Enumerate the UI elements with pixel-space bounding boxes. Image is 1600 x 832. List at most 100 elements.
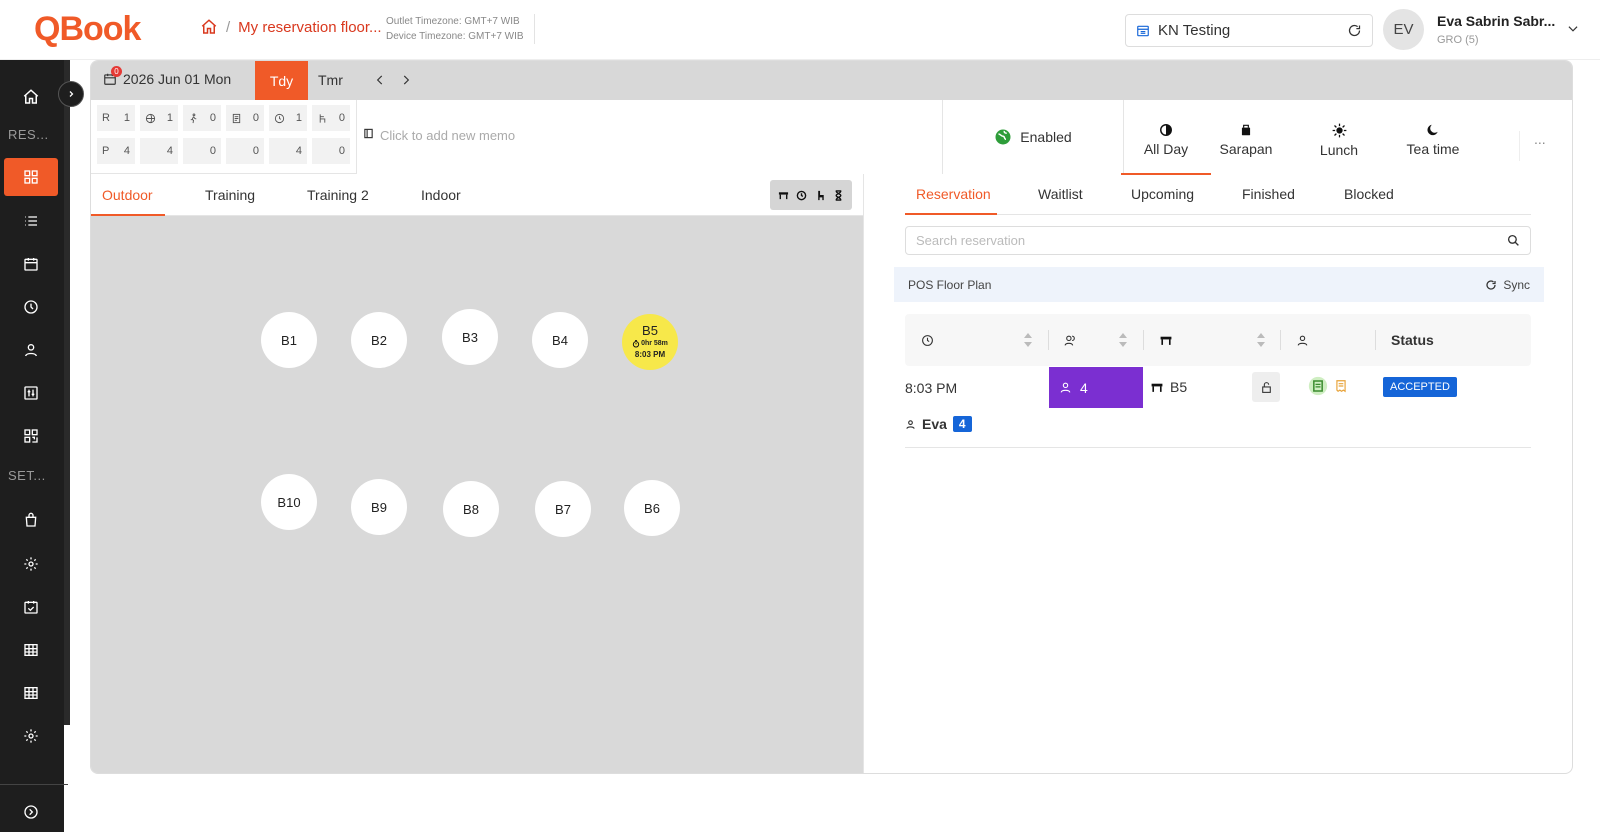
sidebar-item-guests[interactable]	[4, 331, 58, 369]
table-b2[interactable]: B2	[351, 312, 407, 368]
table-timer-value: 0hr 58m	[641, 340, 668, 347]
hourglass-icon[interactable]	[833, 189, 844, 201]
sidebar-item-schedule[interactable]	[4, 588, 58, 626]
table-b8[interactable]: B8	[443, 481, 499, 537]
table-icon	[23, 685, 39, 701]
sidebar-item-table-2[interactable]	[4, 674, 58, 712]
sidebar-item-settings-2[interactable]	[4, 717, 58, 755]
sync-button[interactable]: Sync	[1485, 278, 1530, 292]
table-row[interactable]: 8:03 PM 4 B5 ACCEPTED Eva 4	[905, 366, 1531, 448]
chevron-right-circle-icon	[23, 804, 39, 820]
sidebar-item-home[interactable]	[4, 78, 58, 116]
stat-p-list: 0	[226, 138, 264, 164]
store-icon	[1136, 24, 1150, 38]
chevron-right-icon[interactable]	[399, 73, 413, 87]
receipt-icon[interactable]	[1334, 379, 1348, 393]
sidebar-item-floor-plan[interactable]	[4, 158, 58, 196]
stat-value: 4	[295, 145, 302, 157]
lock-button[interactable]	[1252, 372, 1280, 402]
guest-info[interactable]: Eva 4	[905, 416, 972, 432]
today-button[interactable]: Tdy	[255, 61, 308, 100]
sidebar-section-settings: SET...	[8, 468, 46, 483]
sidebar-item-settings[interactable]	[4, 545, 58, 583]
sidebar-scrollbar[interactable]	[64, 60, 70, 725]
table-b6[interactable]: B6	[624, 480, 680, 536]
user-name[interactable]: Eva Sabrin Sabr...	[1437, 13, 1555, 29]
stat-value: 0	[209, 145, 216, 157]
avatar[interactable]: EV	[1383, 9, 1424, 50]
sidebar: RES... SET...	[0, 60, 64, 832]
sidebar-item-list[interactable]	[4, 202, 58, 240]
table-b3[interactable]: B3	[442, 309, 498, 365]
unlock-icon	[1261, 381, 1271, 393]
chevron-down-icon[interactable]	[1566, 22, 1580, 36]
user-icon	[23, 342, 39, 358]
sync-label: Sync	[1503, 277, 1530, 292]
tab-waitlist[interactable]: Waitlist	[1038, 186, 1083, 202]
note-icon[interactable]	[1308, 376, 1328, 396]
tomorrow-button[interactable]: Tmr	[318, 72, 343, 88]
list-icon	[23, 213, 39, 229]
chevron-left-icon[interactable]	[373, 73, 387, 87]
refresh-icon[interactable]	[1347, 23, 1362, 38]
outlet-selector[interactable]: KN Testing	[1125, 14, 1373, 47]
sidebar-item-qr[interactable]	[4, 417, 58, 455]
guest-name: Eva	[922, 416, 947, 432]
table-label: B5	[642, 323, 658, 338]
stat-value: 0	[252, 145, 259, 157]
sidebar-item-adjust[interactable]	[4, 374, 58, 412]
table-b9[interactable]: B9	[351, 479, 407, 535]
table-b10[interactable]: B10	[261, 474, 317, 530]
sidebar-item-history[interactable]	[4, 288, 58, 326]
globe-icon	[145, 113, 156, 124]
calendar-check-icon	[23, 599, 39, 615]
bag-icon	[23, 512, 39, 528]
tab-training[interactable]: Training	[205, 187, 255, 203]
floor-plan-canvas: B1 B2 B3 B4 B5 0hr 58m 8:03 PM B10 B9 B8…	[91, 216, 863, 773]
tab-outdoor[interactable]: Outdoor	[102, 187, 153, 203]
tab-upcoming[interactable]: Upcoming	[1131, 186, 1194, 202]
sidebar-item-calendar[interactable]	[4, 245, 58, 283]
search-reservation-input[interactable]: Search reservation	[905, 226, 1531, 255]
date-picker[interactable]: 2026 Jun 01 Mon	[103, 71, 231, 87]
tab-blocked[interactable]: Blocked	[1344, 186, 1394, 202]
active-tab-indicator	[905, 213, 997, 215]
pos-floor-plan-bar: POS Floor Plan Sync	[894, 267, 1544, 302]
stat-value: 1	[166, 112, 173, 124]
sidebar-expand-button[interactable]	[4, 793, 58, 831]
sidebar-item-shop[interactable]	[4, 501, 58, 539]
table-icon	[1151, 383, 1163, 392]
table-b1[interactable]: B1	[261, 312, 317, 368]
more-button[interactable]: ...	[1519, 131, 1546, 161]
tab-indoor[interactable]: Indoor	[421, 187, 461, 203]
sidebar-toggle-button[interactable]	[58, 81, 84, 107]
sidebar-item-table[interactable]	[4, 631, 58, 669]
table-b5[interactable]: B5 0hr 58m 8:03 PM	[622, 314, 678, 370]
qbook-logo[interactable]: QBook	[34, 10, 141, 49]
sort-pax-icon[interactable]	[1118, 332, 1128, 348]
table-b4[interactable]: B4	[532, 312, 588, 368]
table-view-icon[interactable]	[778, 190, 789, 201]
tab-reservation[interactable]: Reservation	[916, 186, 991, 202]
stats-grid: R1 1 0 0 1 0 P4 4 0 0 4 0	[91, 100, 356, 174]
shift-all-day[interactable]: All Day	[1121, 123, 1211, 175]
sort-time-icon[interactable]	[1023, 332, 1033, 348]
home-icon[interactable]	[200, 18, 218, 36]
search-icon[interactable]	[1507, 234, 1520, 247]
sort-table-icon[interactable]	[1256, 332, 1266, 348]
tab-training-2[interactable]: Training 2	[307, 187, 369, 203]
user-role: GRO (5)	[1437, 34, 1479, 46]
shift-tea-time[interactable]: Tea time	[1388, 123, 1478, 175]
shift-lunch[interactable]: Lunch	[1294, 123, 1384, 175]
chair-icon[interactable]	[815, 190, 826, 201]
stat-r-online: 1	[140, 105, 178, 131]
clock-icon[interactable]	[796, 190, 807, 201]
table-b7[interactable]: B7	[535, 481, 591, 537]
stat-label-r: R	[102, 112, 110, 124]
online-status-toggle[interactable]: Enabled	[943, 100, 1124, 174]
memo-field[interactable]: Click to add new memo	[356, 100, 943, 174]
gear-icon	[23, 556, 39, 572]
tab-finished[interactable]: Finished	[1242, 186, 1295, 202]
online-status-label: Enabled	[1020, 129, 1072, 145]
shift-sarapan[interactable]: Sarapan	[1201, 123, 1291, 175]
